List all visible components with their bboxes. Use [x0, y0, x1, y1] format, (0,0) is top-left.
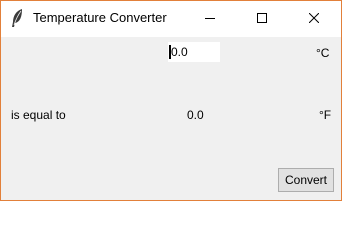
celsius-unit-label: °C	[316, 46, 330, 60]
minimize-button[interactable]	[187, 1, 233, 37]
celsius-input[interactable]	[168, 42, 220, 62]
close-button[interactable]	[291, 1, 337, 37]
convert-button[interactable]: Convert	[278, 168, 334, 192]
equal-to-label: is equal to	[11, 108, 66, 122]
window-title: Temperature Converter	[33, 10, 167, 25]
close-icon	[308, 10, 320, 28]
title-bar[interactable]: Temperature Converter	[1, 1, 341, 37]
fahrenheit-unit-label: °F	[319, 108, 332, 122]
maximize-icon	[257, 10, 267, 28]
window-content: °C is equal to 0.0 °F Convert	[1, 37, 341, 200]
maximize-button[interactable]	[239, 1, 285, 37]
feather-icon	[9, 8, 25, 28]
app-window: Temperature Converter 0.0 °C is equal to…	[0, 0, 342, 201]
fahrenheit-result: 0.0	[187, 108, 204, 122]
text-cursor	[169, 45, 171, 59]
minimize-icon	[205, 10, 215, 28]
